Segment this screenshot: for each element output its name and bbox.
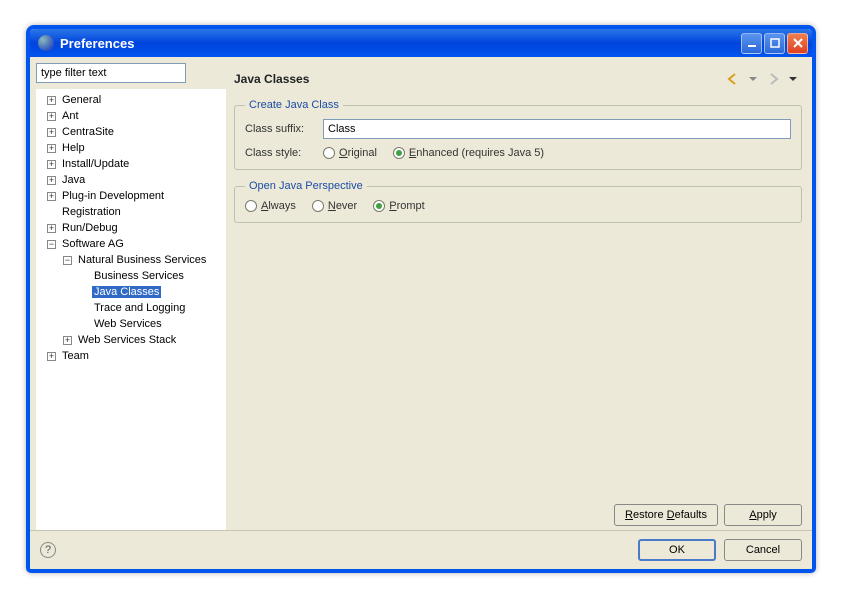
- close-button[interactable]: [787, 33, 808, 54]
- help-icon[interactable]: ?: [40, 542, 56, 558]
- no-expand-icon: [79, 320, 88, 329]
- radio-enhanced[interactable]: Enhanced (requires Java 5): [393, 147, 544, 159]
- tree-item-label: Java: [60, 174, 87, 186]
- radio-prompt-label: rompt: [397, 200, 425, 212]
- tree-item-label: Help: [60, 142, 87, 154]
- back-button[interactable]: [724, 70, 742, 88]
- tree-item-label: Trace and Logging: [92, 302, 187, 314]
- eclipse-icon: [38, 35, 54, 51]
- expand-icon[interactable]: +: [47, 160, 56, 169]
- minimize-button[interactable]: [741, 33, 762, 54]
- ok-button[interactable]: OK: [638, 539, 716, 561]
- radio-original[interactable]: Original: [323, 147, 377, 159]
- class-style-label: Class style:: [245, 147, 315, 159]
- preferences-tree[interactable]: + General + Ant + CentraSite + Help + Install/Upd…: [36, 89, 226, 530]
- no-expand-icon: [79, 304, 88, 313]
- tree-item-label: CentraSite: [60, 126, 116, 138]
- titlebar[interactable]: Preferences: [30, 29, 812, 57]
- radio-original-label: riginal: [348, 147, 377, 159]
- filter-input[interactable]: [36, 63, 186, 83]
- restore-defaults-button[interactable]: Restore Defaults: [614, 504, 718, 526]
- tree-item[interactable]: Business Services: [39, 268, 223, 284]
- tree-item-label: Registration: [60, 206, 123, 218]
- tree-item[interactable]: + Run/Debug: [39, 220, 223, 236]
- radio-prompt[interactable]: Prompt: [373, 200, 424, 212]
- expand-icon[interactable]: +: [47, 224, 56, 233]
- create-java-class-group: Create Java Class Class suffix: Class st…: [234, 99, 802, 170]
- expand-icon[interactable]: +: [47, 176, 56, 185]
- tree-item[interactable]: Registration: [39, 204, 223, 220]
- window-title: Preferences: [60, 36, 741, 51]
- tree-item-label: Web Services Stack: [76, 334, 178, 346]
- tree-item-label: Team: [60, 350, 91, 362]
- maximize-button[interactable]: [764, 33, 785, 54]
- class-suffix-label: Class suffix:: [245, 123, 315, 135]
- forward-button[interactable]: [764, 70, 782, 88]
- tree-item[interactable]: Trace and Logging: [39, 300, 223, 316]
- expand-icon[interactable]: +: [63, 336, 72, 345]
- tree-item-label: Plug-in Development: [60, 190, 166, 202]
- class-suffix-input[interactable]: [323, 119, 791, 139]
- tree-item[interactable]: −Software AG: [39, 236, 223, 252]
- open-java-perspective-group: Open Java Perspective Always Never: [234, 180, 802, 223]
- tree-item-label: Business Services: [92, 270, 186, 282]
- tree-item[interactable]: −Natural Business Services: [39, 252, 223, 268]
- back-dropdown-icon[interactable]: [744, 70, 762, 88]
- tree-item[interactable]: Web Services: [39, 316, 223, 332]
- sidebar: + General + Ant + CentraSite + Help + Install/Upd…: [36, 63, 226, 530]
- radio-always-label: lways: [268, 200, 296, 212]
- tree-item-label: Web Services: [92, 318, 164, 330]
- group-legend: Open Java Perspective: [245, 180, 367, 192]
- no-expand-icon: [79, 288, 88, 297]
- radio-enhanced-label: nhanced (requires Java 5): [416, 147, 544, 159]
- tree-item[interactable]: + Java: [39, 172, 223, 188]
- tree-item[interactable]: + Install/Update: [39, 156, 223, 172]
- preferences-window: Preferences + General + Ant + CentraSite + Help…: [26, 25, 816, 573]
- tree-item-label: Install/Update: [60, 158, 131, 170]
- radio-never-label: ever: [336, 200, 357, 212]
- group-legend: Create Java Class: [245, 99, 343, 111]
- tree-item[interactable]: + Ant: [39, 108, 223, 124]
- tree-item-label: Software AG: [60, 238, 126, 250]
- radio-never[interactable]: Never: [312, 200, 357, 212]
- tree-item-label: Natural Business Services: [76, 254, 208, 266]
- tree-item[interactable]: Java Classes: [39, 284, 223, 300]
- tree-item-label: Ant: [60, 110, 81, 122]
- tree-item[interactable]: + Web Services Stack: [39, 332, 223, 348]
- menu-dropdown-icon[interactable]: [784, 70, 802, 88]
- expand-icon[interactable]: +: [47, 352, 56, 361]
- collapse-icon[interactable]: −: [47, 240, 56, 249]
- page-title: Java Classes: [234, 72, 722, 86]
- collapse-icon[interactable]: −: [63, 256, 72, 265]
- expand-icon[interactable]: +: [47, 112, 56, 121]
- tree-item-label: Java Classes: [92, 286, 161, 298]
- tree-item[interactable]: + Help: [39, 140, 223, 156]
- tree-item-label: General: [60, 94, 103, 106]
- tree-item[interactable]: + General: [39, 92, 223, 108]
- apply-button[interactable]: Apply: [724, 504, 802, 526]
- tree-item-label: Run/Debug: [60, 222, 120, 234]
- cancel-button[interactable]: Cancel: [724, 539, 802, 561]
- expand-icon[interactable]: +: [47, 96, 56, 105]
- tree-item[interactable]: + CentraSite: [39, 124, 223, 140]
- tree-item[interactable]: + Team: [39, 348, 223, 364]
- main-panel: Java Classes Create Java Class: [230, 63, 806, 530]
- expand-icon[interactable]: +: [47, 128, 56, 137]
- tree-item[interactable]: + Plug-in Development: [39, 188, 223, 204]
- expand-icon[interactable]: +: [47, 192, 56, 201]
- expand-icon[interactable]: +: [47, 144, 56, 153]
- no-expand-icon: [47, 208, 56, 217]
- no-expand-icon: [79, 272, 88, 281]
- radio-always[interactable]: Always: [245, 200, 296, 212]
